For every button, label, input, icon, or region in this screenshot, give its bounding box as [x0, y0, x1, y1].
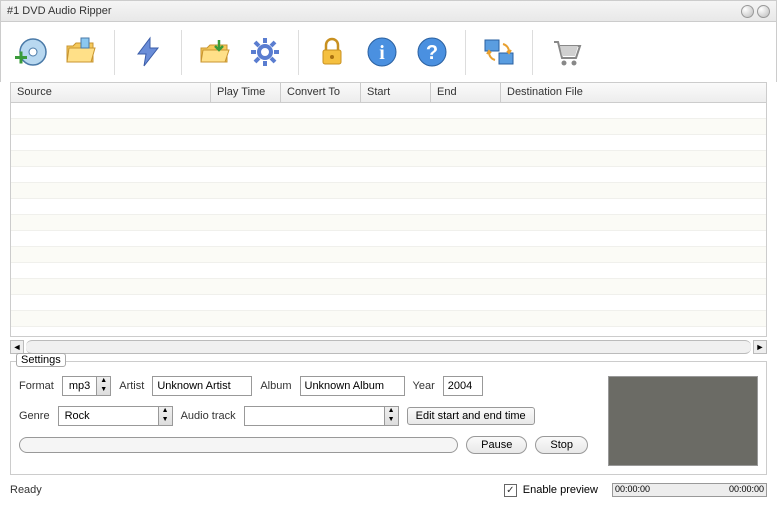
- table-row: [11, 263, 766, 279]
- svg-text:i: i: [379, 42, 385, 64]
- swap-button[interactable]: [479, 32, 519, 72]
- audiotrack-select[interactable]: ▲▼: [244, 406, 399, 426]
- preview-pane: [608, 376, 758, 466]
- col-convertto[interactable]: Convert To: [281, 83, 361, 102]
- year-input[interactable]: [443, 376, 483, 396]
- genre-label: Genre: [19, 410, 50, 422]
- album-input[interactable]: [300, 376, 405, 396]
- table-row: [11, 279, 766, 295]
- time-end: 00:00:00: [729, 484, 764, 494]
- settings-legend: Settings: [16, 353, 66, 367]
- col-source[interactable]: Source: [11, 83, 211, 102]
- minimize-button[interactable]: [741, 5, 754, 18]
- artist-label: Artist: [119, 380, 144, 392]
- info-button[interactable]: i: [362, 32, 402, 72]
- table-row: [11, 167, 766, 183]
- scroll-left-icon[interactable]: ◄: [10, 340, 24, 354]
- table-row: [11, 311, 766, 327]
- chevron-down-icon[interactable]: ▼: [385, 416, 398, 425]
- scroll-track[interactable]: [26, 340, 751, 354]
- table-row: [11, 103, 766, 119]
- toolbar: i ?: [0, 22, 777, 82]
- titlebar: #1 DVD Audio Ripper: [0, 0, 777, 22]
- col-playtime[interactable]: Play Time: [211, 83, 281, 102]
- browse-folder-button[interactable]: [195, 32, 235, 72]
- enable-preview-checkbox[interactable]: ✓: [504, 484, 517, 497]
- table-row: [11, 119, 766, 135]
- window-controls: [741, 5, 770, 18]
- table-row: [11, 215, 766, 231]
- edit-time-button[interactable]: Edit start and end time: [407, 407, 535, 425]
- close-button[interactable]: [757, 5, 770, 18]
- format-value: mp3: [63, 380, 96, 392]
- chevron-up-icon[interactable]: ▲: [385, 407, 398, 416]
- settings-panel: Settings Format mp3 ▲▼ Artist Album Year…: [10, 361, 767, 475]
- status-text: Ready: [10, 484, 42, 496]
- lock-button[interactable]: [312, 32, 352, 72]
- genre-select[interactable]: Rock ▲▼: [58, 406, 173, 426]
- table-row: [11, 135, 766, 151]
- horizontal-scrollbar[interactable]: ◄ ►: [10, 339, 767, 355]
- time-start: 00:00:00: [615, 484, 650, 494]
- convert-button[interactable]: [128, 32, 168, 72]
- scroll-right-icon[interactable]: ►: [753, 340, 767, 354]
- table-row: [11, 231, 766, 247]
- format-label: Format: [19, 380, 54, 392]
- audiotrack-label: Audio track: [181, 410, 236, 422]
- table-row: [11, 199, 766, 215]
- format-select[interactable]: mp3 ▲▼: [62, 376, 111, 396]
- genre-value: Rock: [59, 410, 158, 422]
- window-title: #1 DVD Audio Ripper: [7, 5, 112, 17]
- chevron-down-icon[interactable]: ▼: [97, 386, 110, 395]
- album-label: Album: [260, 380, 291, 392]
- table-row: [11, 151, 766, 167]
- chevron-up-icon[interactable]: ▲: [159, 407, 172, 416]
- enable-preview-label: Enable preview: [523, 484, 598, 496]
- chevron-down-icon[interactable]: ▼: [159, 416, 172, 425]
- time-slider[interactable]: 00:00:00 00:00:00: [612, 483, 767, 497]
- table-row: [11, 247, 766, 263]
- settings-button[interactable]: [245, 32, 285, 72]
- add-disc-button[interactable]: [11, 32, 51, 72]
- chevron-up-icon[interactable]: ▲: [97, 377, 110, 386]
- year-label: Year: [413, 380, 435, 392]
- progress-bar: [19, 437, 458, 453]
- pause-button[interactable]: Pause: [466, 436, 527, 454]
- col-end[interactable]: End: [431, 83, 501, 102]
- col-start[interactable]: Start: [361, 83, 431, 102]
- stop-button[interactable]: Stop: [535, 436, 588, 454]
- artist-input[interactable]: [152, 376, 252, 396]
- table-header: Source Play Time Convert To Start End De…: [11, 83, 766, 103]
- file-table: Source Play Time Convert To Start End De…: [10, 82, 767, 337]
- help-button[interactable]: ?: [412, 32, 452, 72]
- table-row: [11, 295, 766, 311]
- open-folder-button[interactable]: [61, 32, 101, 72]
- table-body[interactable]: [11, 103, 766, 336]
- cart-button[interactable]: [546, 32, 586, 72]
- status-bar: Ready ✓ Enable preview 00:00:00 00:00:00: [10, 483, 767, 497]
- table-row: [11, 183, 766, 199]
- svg-text:?: ?: [426, 42, 438, 64]
- col-destination[interactable]: Destination File: [501, 83, 766, 102]
